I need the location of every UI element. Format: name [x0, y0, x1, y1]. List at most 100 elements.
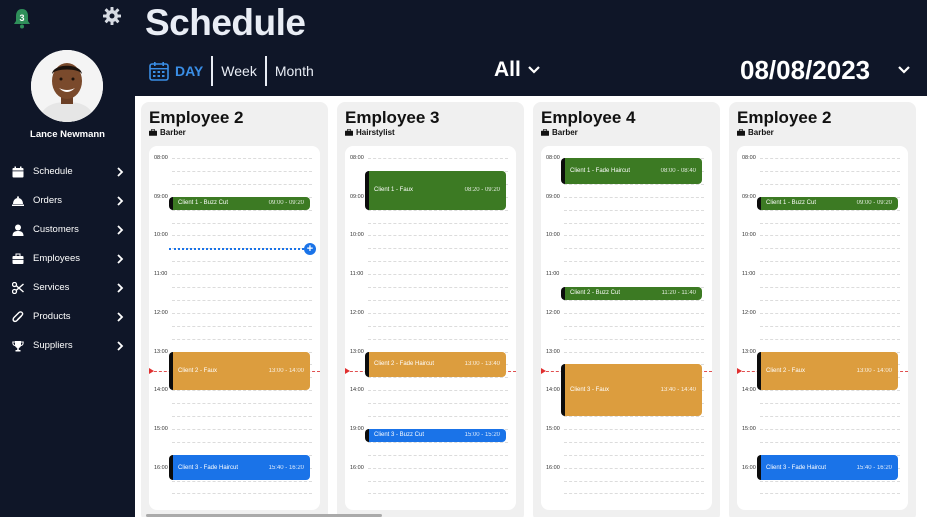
sidebar-item-customers[interactable]: Customers — [0, 216, 135, 245]
add-slot-line[interactable] — [169, 248, 308, 251]
employee-role-label: Barber — [748, 128, 774, 137]
grid-line — [760, 338, 900, 340]
time-label: 16:00 — [154, 464, 168, 471]
grid-line — [564, 338, 704, 340]
sidebar-nav: Schedule Orders Customers Employees Serv… — [0, 158, 135, 361]
appointment-title: Client 2 - Fade Haircut — [374, 361, 435, 368]
grid-line — [172, 222, 312, 224]
current-time-marker — [149, 367, 154, 374]
appointment-title: Client 2 - Faux — [178, 367, 218, 374]
grid-line — [368, 299, 508, 301]
sidebar-item-orders[interactable]: Orders — [0, 187, 135, 216]
employee-column: Employee 4 Barber 08:00 09:00 10:00 11:00 12… — [533, 102, 720, 517]
grid-line — [172, 480, 312, 482]
appointment-block[interactable]: Client 3 - Faux 13:40 - 14:40 — [561, 364, 702, 416]
appointment-title: Client 1 - Buzz Cut — [178, 200, 229, 207]
time-label: 13:00 — [742, 348, 756, 355]
sidebar-item-schedule[interactable]: Schedule — [0, 158, 135, 187]
appointment-title: Client 1 - Buzz Cut — [766, 200, 817, 207]
grid-line — [564, 441, 704, 443]
sidebar-item-services[interactable]: Services — [0, 274, 135, 303]
employee-role: Hairstylist — [345, 128, 395, 137]
grid-line — [368, 467, 508, 469]
current-time-marker — [541, 367, 546, 374]
time-label: 14:00 — [154, 387, 168, 394]
filter-value: All — [494, 58, 521, 81]
time-label: 09:00 — [154, 193, 168, 200]
sidebar-item-suppliers[interactable]: Suppliers — [0, 332, 135, 361]
appointment-time: 15:40 - 16:20 — [268, 464, 304, 471]
employee-role: Barber — [737, 128, 774, 137]
appointment-time: 09:00 - 09:20 — [856, 200, 892, 207]
grid-line — [368, 287, 508, 288]
timeline-card: 08:00 09:00 10:00 11:00 12:00 13:00 14:00 19:00… — [345, 146, 516, 510]
appointment-block[interactable]: Client 1 - Buzz Cut 09:00 - 09:20 — [757, 196, 898, 210]
grid-line — [564, 428, 704, 430]
grid-line — [368, 325, 508, 327]
grid-line — [564, 235, 704, 237]
appointment-title: Client 1 - Fade Haircut — [570, 167, 631, 174]
calendar-icon — [12, 165, 24, 178]
appointment-title: Client 3 - Fade Haircut — [766, 464, 827, 471]
date-picker[interactable]: 08/08/2023 — [740, 55, 870, 86]
notification-bell-icon[interactable]: 3 — [12, 8, 32, 30]
appointment-block[interactable]: Client 2 - Faux 13:00 - 14:00 — [757, 351, 898, 391]
view-day-button[interactable]: DAY — [175, 63, 211, 79]
view-week-button[interactable]: Week — [213, 63, 265, 79]
add-appointment-button[interactable]: + — [304, 243, 316, 256]
appointment-block[interactable]: Client 1 - Buzz Cut 09:00 - 09:20 — [169, 196, 310, 210]
employee-name: Employee 2 — [737, 108, 832, 127]
appointment-block[interactable]: Client 3 - Fade Haircut 15:40 - 16:20 — [169, 454, 310, 481]
timeline-card: 08:00 09:00 10:00 11:00 12:00 13:00 14:00 15:00… — [737, 146, 908, 510]
employee-filter-dropdown[interactable]: All — [494, 58, 541, 82]
appointment-block[interactable]: Client 3 - Fade Haircut 15:40 - 16:20 — [757, 454, 898, 481]
employee-role-label: Barber — [160, 128, 186, 137]
sidebar-item-products[interactable]: Products — [0, 303, 135, 332]
appointment-block[interactable]: Client 2 - Faux 13:00 - 14:00 — [169, 351, 310, 391]
grid-line — [760, 428, 900, 430]
time-label: 12:00 — [742, 309, 756, 316]
grid-line — [368, 338, 508, 340]
calendar-icon — [149, 61, 169, 81]
appointment-title: Client 3 - Buzz Cut — [374, 432, 425, 439]
time-label: 15:00 — [742, 425, 756, 432]
grid-line — [760, 261, 900, 263]
grid-line — [760, 158, 900, 159]
grid-line — [368, 416, 508, 417]
time-label: 10:00 — [546, 232, 560, 239]
appointment-block[interactable]: Client 1 - Fade Haircut 08:00 - 08:40 — [561, 158, 702, 184]
grid-line — [760, 480, 900, 482]
chevron-down-icon[interactable] — [897, 63, 911, 77]
chevron-right-icon — [116, 281, 124, 293]
appointment-block[interactable]: Client 2 - Fade Haircut 13:00 - 13:40 — [365, 351, 506, 378]
chevron-right-icon — [116, 165, 124, 177]
time-label: 08:00 — [546, 155, 560, 161]
appointment-time: 08:20 - 09:20 — [464, 187, 500, 194]
grid-line — [760, 325, 900, 327]
user-icon — [12, 223, 24, 236]
settings-gear-icon[interactable] — [102, 6, 122, 26]
grid-line — [368, 248, 508, 250]
time-label: 10:00 — [350, 232, 364, 239]
appointment-block[interactable]: Client 3 - Buzz Cut 15:00 - 15:20 — [365, 428, 506, 442]
time-label: 11:00 — [546, 271, 560, 278]
grid-line — [564, 493, 704, 495]
chevron-right-icon — [116, 252, 124, 264]
appointment-block[interactable]: Client 1 - Faux 08:20 - 09:20 — [365, 170, 506, 210]
user-avatar[interactable] — [31, 50, 103, 122]
time-label: 09:00 — [546, 193, 560, 200]
paperclip-icon — [12, 310, 24, 323]
appointment-block[interactable]: Client 2 - Buzz Cut 11:20 - 11:40 — [561, 287, 702, 300]
time-label: 11:00 — [350, 271, 364, 278]
sidebar-item-employees[interactable]: Employees — [0, 245, 135, 274]
view-month-button[interactable]: Month — [267, 63, 322, 79]
grid-line — [564, 467, 704, 469]
grid-line — [172, 183, 312, 185]
sidebar-item-label: Schedule — [33, 166, 73, 177]
grid-line — [172, 170, 312, 172]
time-label: 13:00 — [154, 348, 168, 355]
grid-line — [172, 274, 312, 276]
employee-column: Employee 2 Barber 08:00 09:00 10:00 11:00 12… — [141, 102, 328, 517]
time-label: 08:00 — [350, 155, 364, 161]
grid-line — [368, 235, 508, 237]
